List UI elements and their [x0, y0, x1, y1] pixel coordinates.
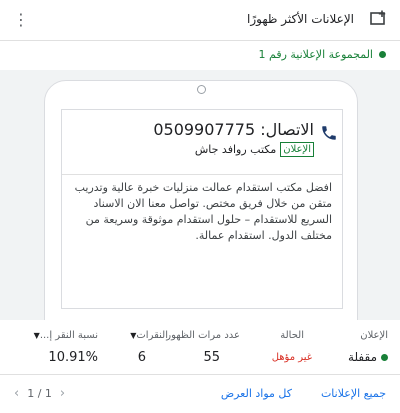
enabled-status-dot-icon	[379, 51, 386, 58]
all-assets-link[interactable]: كل مواد العرض	[221, 387, 292, 400]
stat-impressions: عدد مرات الظهور 55	[160, 324, 240, 374]
call-number: الاتصال: 0509907775	[153, 120, 314, 139]
phone-mockup: الاتصال: 0509907775 الإعلان مكتب روافد ج…	[44, 80, 358, 320]
card-title: الإعلانات الأكثر ظهورًا	[247, 12, 354, 26]
stat-value-status: غير مؤهل	[271, 352, 312, 363]
ad-preview-card[interactable]: الاتصال: 0509907775 الإعلان مكتب روافد ج…	[61, 109, 343, 309]
stat-value-impressions: 55	[203, 350, 220, 365]
ad-group-name: المجموعة الإعلانية رقم 1	[258, 48, 374, 61]
stat-value-ad: مقفلة	[348, 350, 388, 364]
phone-icon	[322, 126, 336, 140]
stat-value-ctr: 10.91%	[48, 350, 98, 365]
card-footer: جميع الإعلانات كل مواد العرض ‹ 1 / 1 ›	[0, 374, 400, 413]
chevron-left-icon[interactable]: ‹	[14, 386, 19, 401]
pagination: ‹ 1 / 1 ›	[14, 386, 65, 401]
stats-row: الإعلان مقفلة الحالة غير مؤهل عدد مرات ا…	[0, 324, 400, 374]
stat-label-clicks[interactable]: النقرات▼	[127, 330, 168, 341]
add-to-queue-icon[interactable]	[370, 10, 388, 26]
enabled-dot-icon	[381, 354, 388, 361]
stat-label-impressions: عدد مرات الظهور	[166, 330, 240, 341]
camera-icon	[197, 85, 206, 94]
ad-description: افضل مكتب استقدام عمالت منزليات خبرة عال…	[74, 181, 332, 242]
more-vert-icon[interactable]: ⋮	[10, 10, 32, 30]
stat-clicks[interactable]: النقرات▼ 6	[108, 324, 168, 374]
stat-ctr[interactable]: نسبة النقر إ...▼ 10.91%	[2, 324, 98, 374]
ad-group-label[interactable]: المجموعة الإعلانية رقم 1	[258, 48, 386, 61]
ad-badge: الإعلان	[280, 142, 314, 157]
card-separator	[62, 174, 342, 175]
business-name: مكتب روافد جاش	[194, 143, 277, 156]
card-header: الإعلانات الأكثر ظهورًا ⋮	[0, 0, 400, 40]
stat-label-ctr[interactable]: نسبة النقر إ...▼	[31, 330, 98, 341]
all-ads-link[interactable]: جميع الإعلانات	[321, 387, 386, 400]
header-divider	[0, 40, 400, 41]
stat-value-clicks: 6	[137, 350, 146, 365]
chevron-right-icon[interactable]: ›	[60, 386, 65, 401]
ad-preview-area: الاتصال: 0509907775 الإعلان مكتب روافد ج…	[0, 70, 400, 320]
stat-ad: الإعلان مقفلة	[328, 324, 388, 374]
stat-status: الحالة غير مؤهل	[252, 324, 312, 374]
call-row: الاتصال: 0509907775 الإعلان مكتب روافد ج…	[153, 120, 338, 157]
stat-label-ad: الإعلان	[360, 330, 388, 341]
page-indicator: 1 / 1	[27, 387, 52, 400]
stat-label-status: الحالة	[280, 330, 304, 341]
